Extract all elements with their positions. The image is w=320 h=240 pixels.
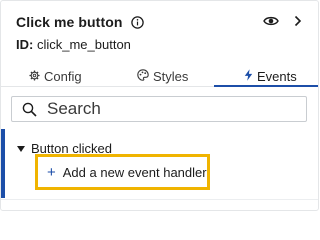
title-row: Click me button (16, 14, 145, 30)
palette-icon (137, 68, 149, 84)
search-input[interactable] (47, 99, 297, 119)
tab-config[interactable]: Config (29, 65, 82, 87)
info-icon[interactable] (131, 15, 145, 29)
add-event-handler-label: Add a new event handler (62, 164, 207, 180)
tab-label: Styles (153, 68, 189, 84)
search-icon (22, 102, 37, 117)
id-value: click_me_button (36, 37, 131, 52)
add-event-handler-button[interactable]: + Add a new event handler (35, 154, 210, 190)
component-settings-panel: Click me button ID: click_me_button Conf… (0, 0, 319, 211)
panel-header: Click me button ID: click_me_button (1, 1, 318, 59)
tab-bar: Config Styles Events (1, 65, 318, 87)
caret-down-icon (17, 145, 25, 152)
id-label: ID: (16, 37, 34, 52)
search-box (11, 96, 307, 122)
component-title: Click me button (16, 14, 123, 30)
component-id: ID: click_me_button (16, 37, 131, 52)
active-tab-indicator (214, 85, 318, 87)
gear-icon (29, 69, 40, 84)
plus-icon: + (47, 163, 56, 181)
tab-styles[interactable]: Styles (137, 65, 188, 87)
eye-icon[interactable] (263, 14, 279, 28)
event-section-accent (1, 129, 5, 198)
chevron-right-icon[interactable] (293, 14, 303, 28)
divider (1, 199, 318, 200)
tab-label: Config (44, 68, 82, 84)
tab-events[interactable]: Events (244, 65, 297, 87)
lightning-icon (244, 68, 253, 84)
tab-label: Events (257, 68, 297, 84)
